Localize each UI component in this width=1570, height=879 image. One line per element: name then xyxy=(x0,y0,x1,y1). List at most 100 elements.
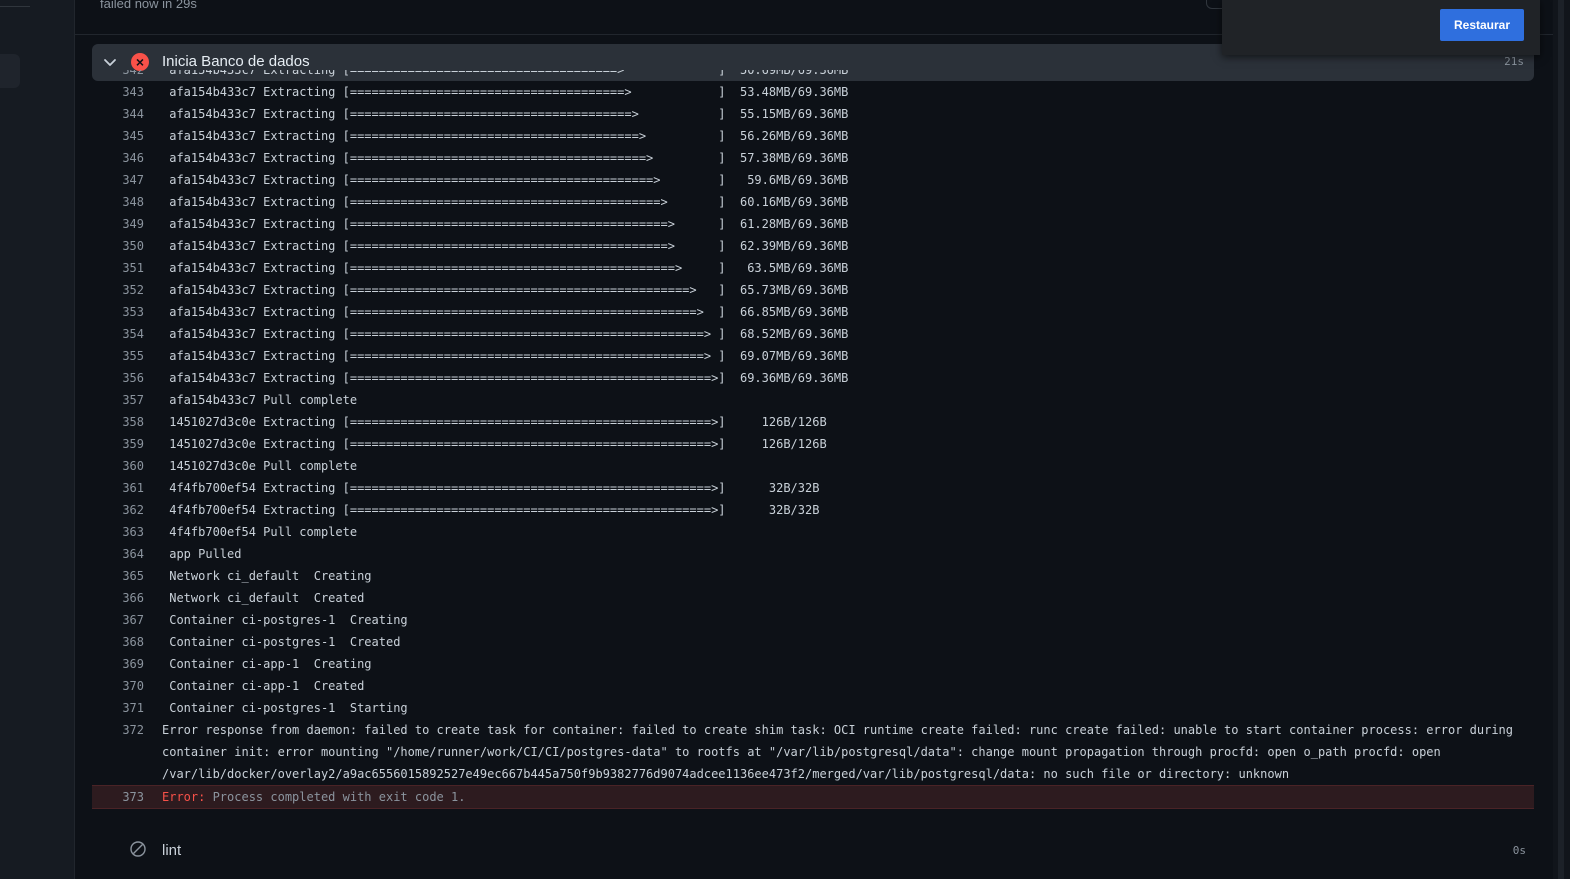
log-line: 364 app Pulled xyxy=(92,543,1534,565)
log-line: 348 afa154b433c7 Extracting [===========… xyxy=(92,191,1534,213)
log-text: afa154b433c7 Extracting [===============… xyxy=(162,305,849,319)
x-circle-icon: × xyxy=(131,53,149,71)
log-text: afa154b433c7 Extracting [===============… xyxy=(162,349,849,363)
line-number[interactable]: 346 xyxy=(92,147,144,169)
line-number[interactable]: 353 xyxy=(92,301,144,323)
line-number[interactable]: 348 xyxy=(92,191,144,213)
log-line: 368 Container ci-postgres-1 Created xyxy=(92,631,1534,653)
line-number[interactable]: 367 xyxy=(92,609,144,631)
step-duration: 21s xyxy=(1504,55,1524,68)
line-number[interactable]: 352 xyxy=(92,279,144,301)
line-number[interactable]: 369 xyxy=(92,653,144,675)
chevron-down-icon[interactable] xyxy=(102,54,118,70)
log-text: afa154b433c7 Pull complete xyxy=(162,393,358,407)
log-text: afa154b433c7 Extracting [===============… xyxy=(162,239,849,253)
log-text: afa154b433c7 Extracting [===============… xyxy=(162,261,849,275)
step-title-lint: lint xyxy=(162,842,182,859)
line-number[interactable]: 355 xyxy=(92,345,144,367)
log-line: 365 Network ci_default Creating xyxy=(92,565,1534,587)
step-row-lint[interactable]: lint 0s xyxy=(92,838,1534,864)
left-sidebar xyxy=(0,0,75,879)
log-line: 360 1451027d3c0e Pull complete xyxy=(92,455,1534,477)
log-line: 363 4f4fb700ef54 Pull complete xyxy=(92,521,1534,543)
line-number[interactable]: 358 xyxy=(92,411,144,433)
error-keyword: Error: xyxy=(162,790,206,804)
step-duration-lint: 0s xyxy=(1512,844,1526,857)
scrollbar-thumb[interactable] xyxy=(1558,0,1564,879)
log-text: afa154b433c7 Extracting [===============… xyxy=(162,371,849,385)
log-text: afa154b433c7 Extracting [===============… xyxy=(162,173,849,187)
log-line: 344 afa154b433c7 Extracting [===========… xyxy=(92,103,1534,125)
run-status-text: failed now in 29s xyxy=(100,0,197,11)
log-text: 1451027d3c0e Extracting [===============… xyxy=(162,437,827,451)
log-text: Container ci-postgres-1 Created xyxy=(162,635,401,649)
line-number[interactable]: 366 xyxy=(92,587,144,609)
line-number[interactable]: 373 xyxy=(92,786,144,808)
line-number[interactable]: 365 xyxy=(92,565,144,587)
line-number[interactable]: 342 xyxy=(92,70,144,81)
line-number[interactable]: 371 xyxy=(92,697,144,719)
line-number[interactable]: 357 xyxy=(92,389,144,411)
skip-circle-icon xyxy=(130,841,146,857)
log-text: afa154b433c7 Extracting [===============… xyxy=(162,129,849,143)
line-number[interactable]: 343 xyxy=(92,81,144,103)
log-line: 357 afa154b433c7 Pull complete xyxy=(92,389,1534,411)
log-line: 347 afa154b433c7 Extracting [===========… xyxy=(92,169,1534,191)
log-line-error-response: 372 Error response from daemon: failed to… xyxy=(92,719,1534,785)
log-text: 4f4fb700ef54 Pull complete xyxy=(162,525,358,539)
line-number[interactable]: 360 xyxy=(92,455,144,477)
step-title: Inicia Banco de dados xyxy=(162,53,310,70)
line-number[interactable]: 347 xyxy=(92,169,144,191)
line-number[interactable]: 356 xyxy=(92,367,144,389)
log-text: 1451027d3c0e Pull complete xyxy=(162,459,358,473)
log-text: afa154b433c7 Extracting [===============… xyxy=(162,217,849,231)
log-line: 367 Container ci-postgres-1 Creating xyxy=(92,609,1534,631)
log-text: Container ci-postgres-1 Starting xyxy=(162,701,408,715)
log-text: afa154b433c7 Extracting [===============… xyxy=(162,85,849,99)
line-number[interactable]: 344 xyxy=(92,103,144,125)
line-number[interactable]: 351 xyxy=(92,257,144,279)
log-line: 345 afa154b433c7 Extracting [===========… xyxy=(92,125,1534,147)
log-line-final-error: 373 Error: Process completed with exit co… xyxy=(92,785,1534,809)
line-number[interactable]: 349 xyxy=(92,213,144,235)
log-text: Network ci_default Creating xyxy=(162,569,372,583)
log-line: 349 afa154b433c7 Extracting [===========… xyxy=(92,213,1534,235)
log-line: 353 afa154b433c7 Extracting [===========… xyxy=(92,301,1534,323)
log-text: Container ci-app-1 Creating xyxy=(162,657,372,671)
log-text: afa154b433c7 Extracting [===============… xyxy=(162,70,849,77)
line-number[interactable]: 372 xyxy=(92,719,144,741)
line-number[interactable]: 364 xyxy=(92,543,144,565)
log-line: 354 afa154b433c7 Extracting [===========… xyxy=(92,323,1534,345)
line-number[interactable]: 345 xyxy=(92,125,144,147)
log-text: Network ci_default Created xyxy=(162,591,365,605)
log-line: 356 afa154b433c7 Extracting [===========… xyxy=(92,367,1534,389)
line-number[interactable]: 359 xyxy=(92,433,144,455)
log-text: afa154b433c7 Extracting [===============… xyxy=(162,283,849,297)
log-line: 343 afa154b433c7 Extracting [===========… xyxy=(92,81,1534,103)
sidebar-item[interactable] xyxy=(0,54,20,88)
log-line: 370 Container ci-app-1 Created xyxy=(92,675,1534,697)
log-text: 4f4fb700ef54 Extracting [===============… xyxy=(162,481,820,495)
log-line: 361 4f4fb700ef54 Extracting [===========… xyxy=(92,477,1534,499)
log-line: 350 afa154b433c7 Extracting [===========… xyxy=(92,235,1534,257)
log-text: Container ci-app-1 Created xyxy=(162,679,365,693)
restore-popup: Restaurar xyxy=(1222,0,1540,55)
line-number[interactable]: 354 xyxy=(92,323,144,345)
log-line: 355 afa154b433c7 Extracting [===========… xyxy=(92,345,1534,367)
error-message: Process completed with exit code 1. xyxy=(205,790,466,804)
line-number[interactable]: 361 xyxy=(92,477,144,499)
log-line: 362 4f4fb700ef54 Extracting [===========… xyxy=(92,499,1534,521)
log-line: 346 afa154b433c7 Extracting [===========… xyxy=(92,147,1534,169)
line-number[interactable]: 368 xyxy=(92,631,144,653)
line-number[interactable]: 362 xyxy=(92,499,144,521)
restore-button[interactable]: Restaurar xyxy=(1440,9,1524,41)
line-number[interactable]: 350 xyxy=(92,235,144,257)
log-line: 359 1451027d3c0e Extracting [===========… xyxy=(92,433,1534,455)
log-line: 369 Container ci-app-1 Creating xyxy=(92,653,1534,675)
line-number[interactable]: 363 xyxy=(92,521,144,543)
log-text: 4f4fb700ef54 Extracting [===============… xyxy=(162,503,820,517)
log-line: 366 Network ci_default Created xyxy=(92,587,1534,609)
line-number[interactable]: 370 xyxy=(92,675,144,697)
log-text: 1451027d3c0e Extracting [===============… xyxy=(162,415,827,429)
log-text: afa154b433c7 Extracting [===============… xyxy=(162,107,849,121)
